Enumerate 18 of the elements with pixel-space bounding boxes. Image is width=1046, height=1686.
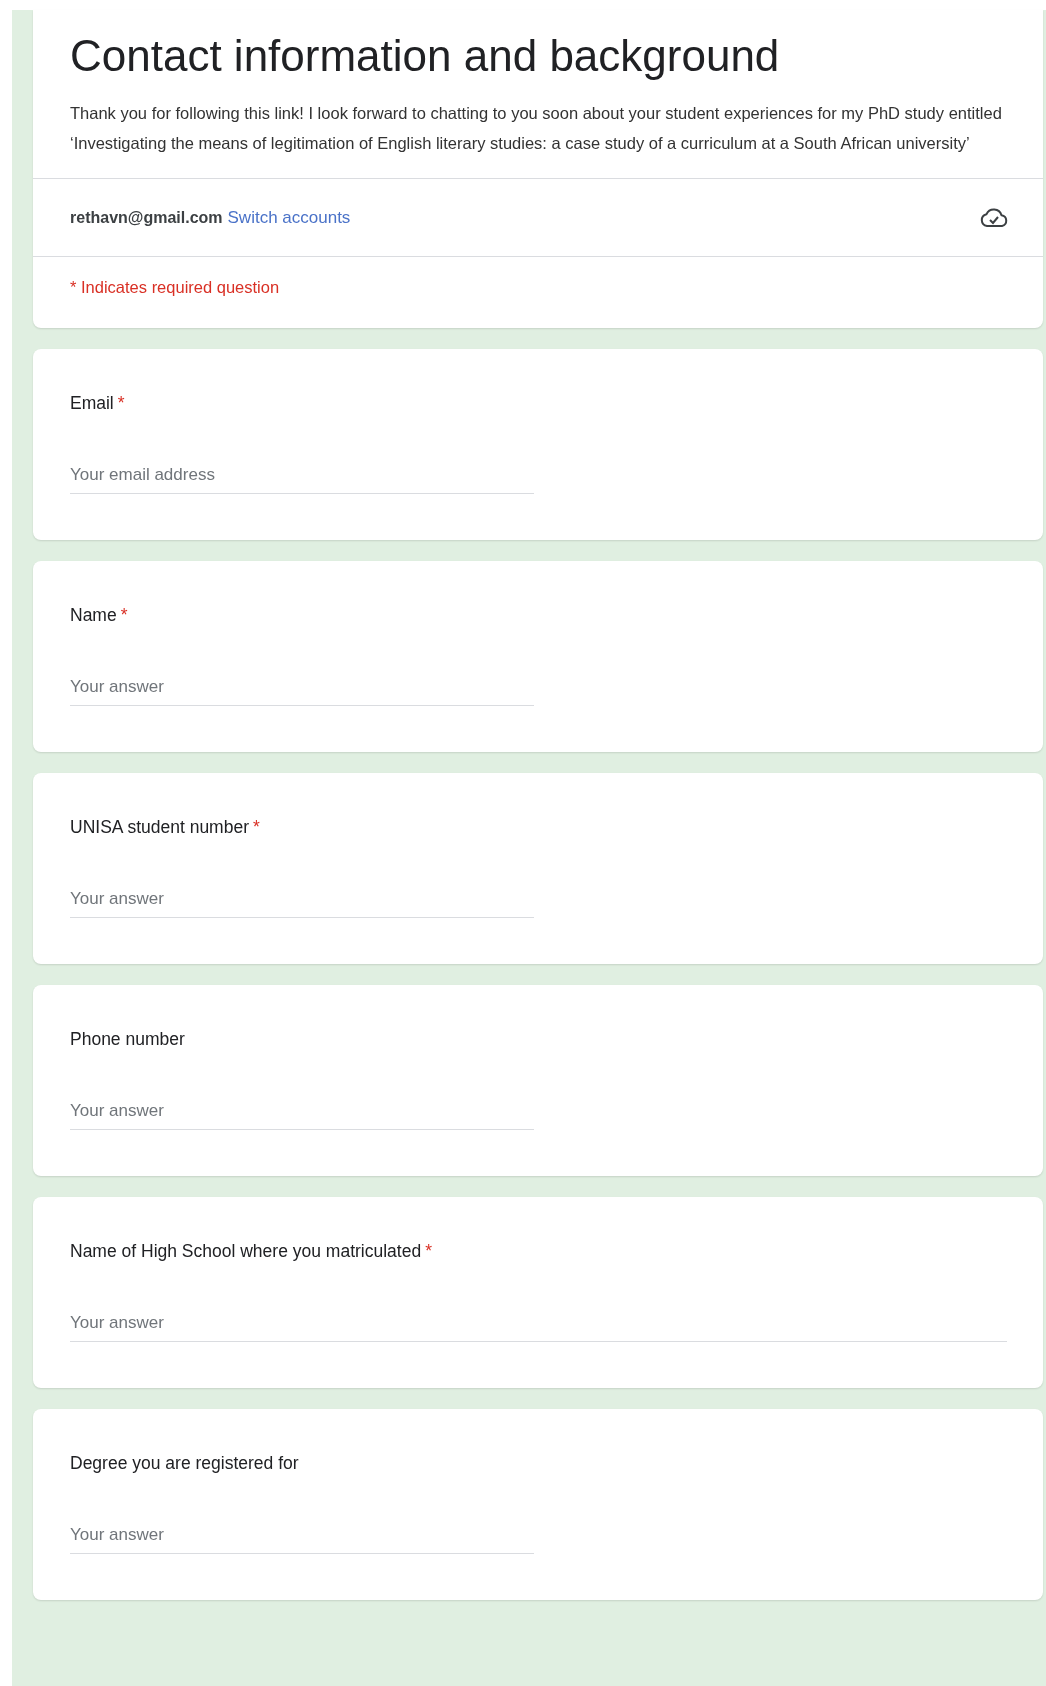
question-label: Name of High School where you matriculated * — [70, 1240, 433, 1263]
required-note: * Indicates required question — [33, 256, 1043, 328]
switch-accounts-link[interactable]: Switch accounts — [227, 207, 351, 228]
question-label: Email * — [70, 392, 126, 415]
question-label: Name * — [70, 604, 129, 627]
answer-field[interactable]: Your email address — [70, 465, 534, 494]
answer-field[interactable]: Your answer — [70, 1313, 1007, 1342]
form-description: Thank you for following this link! I look forward to chatting to you soon about your student experiences for my PhD study entitled ‘Investigating the means of legitimation of English literary studies: a case study of a curriculum at a South African university’ — [70, 103, 1003, 154]
form-title: Contact information and background — [70, 30, 781, 82]
answer-field[interactable]: Your answer — [70, 677, 534, 706]
answer-field[interactable]: Your answer — [70, 889, 534, 918]
answer-field[interactable]: Your answer — [70, 1525, 534, 1554]
answer-field[interactable]: Your answer — [70, 1101, 534, 1130]
question-label: Degree you are registered for — [70, 1452, 300, 1475]
cloud-check-icon — [979, 206, 1009, 229]
account-email: rethavn@gmail.com — [70, 208, 223, 227]
question-label: UNISA student number * — [70, 816, 261, 839]
question-label: Phone number — [70, 1028, 186, 1051]
